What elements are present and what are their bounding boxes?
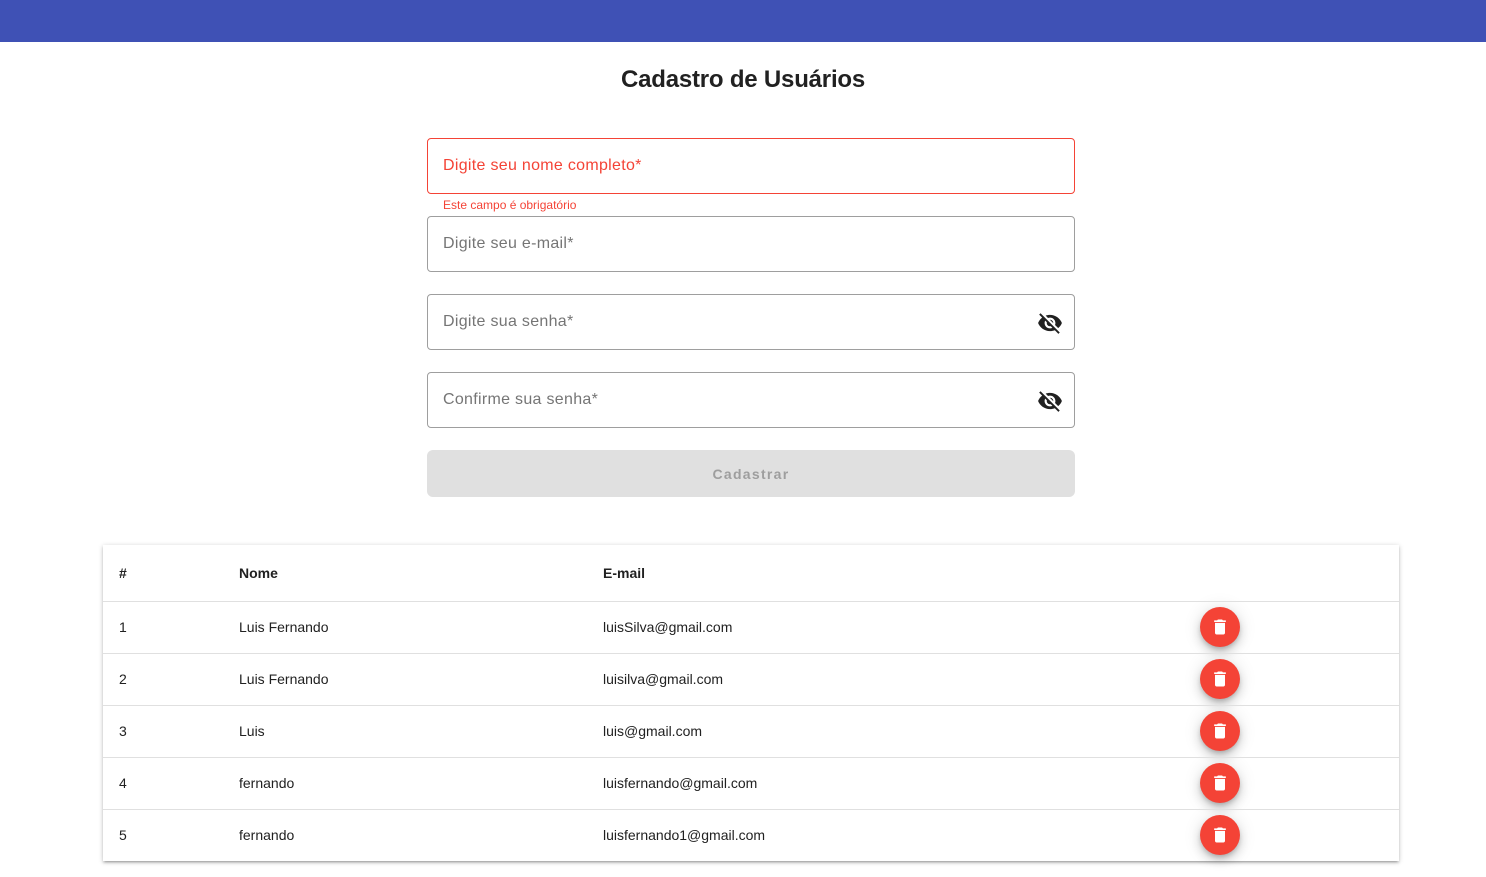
name-error-message: Este campo é obrigatório <box>443 198 577 212</box>
users-table: # Nome E-mail 1 Luis Fernando luisSilva@… <box>103 545 1399 861</box>
table-header-row: # Nome E-mail <box>103 545 1399 602</box>
row-id: 5 <box>119 827 127 844</box>
password-field[interactable] <box>427 294 1075 350</box>
trash-icon <box>1214 723 1226 739</box>
confirm-password-field[interactable] <box>427 372 1075 428</box>
row-email: luisilva@gmail.com <box>603 653 1200 706</box>
email-input[interactable] <box>428 217 1074 271</box>
submit-button[interactable]: Cadastrar <box>427 450 1075 497</box>
row-id: 2 <box>103 653 239 706</box>
visibility-off-icon[interactable] <box>1037 388 1063 414</box>
row-actions <box>1200 705 1399 758</box>
row-name: fernando <box>239 757 603 810</box>
header-actions <box>1200 545 1399 602</box>
confirm-password-input[interactable] <box>428 373 1074 427</box>
row-name: Luis <box>239 705 603 758</box>
row-actions <box>1200 601 1399 654</box>
trash-icon <box>1214 619 1226 635</box>
trash-icon <box>1214 827 1226 843</box>
row-id: 3 <box>103 705 239 758</box>
trash-icon <box>1214 671 1226 687</box>
delete-user-button[interactable] <box>1200 711 1240 751</box>
row-email: luisfernando@gmail.com <box>603 757 1200 810</box>
row-email: luisfernando1@gmail.com <box>603 827 766 844</box>
visibility-off-icon[interactable] <box>1037 310 1063 336</box>
delete-user-button[interactable] <box>1200 659 1240 699</box>
delete-user-button[interactable] <box>1200 763 1240 803</box>
header-id: # <box>103 545 239 602</box>
delete-user-button[interactable] <box>1200 607 1240 647</box>
row-name: Luis Fernando <box>239 653 603 706</box>
password-input[interactable] <box>428 295 1074 349</box>
users-table-card: # Nome E-mail 1 Luis Fernando luisSilva@… <box>103 545 1399 861</box>
row-id: 4 <box>103 757 239 810</box>
header-name: Nome <box>239 545 603 602</box>
delete-user-button[interactable] <box>1200 815 1240 856</box>
table-row: 4 fernando luisfernando@gmail.com <box>103 757 1399 810</box>
email-field[interactable] <box>427 216 1075 272</box>
row-name: Luis Fernando <box>239 601 603 654</box>
row-actions <box>1200 809 1399 861</box>
row-id: 1 <box>103 601 239 654</box>
row-email: luis@gmail.com <box>603 705 1200 758</box>
row-email: luisSilva@gmail.com <box>603 601 1200 654</box>
name-field[interactable] <box>427 138 1075 194</box>
table-row: 5 fernando luisfernando1@gmail.com <box>103 809 1399 861</box>
table-row: 1 Luis Fernando luisSilva@gmail.com <box>103 601 1399 654</box>
page-title: Cadastro de Usuários <box>620 66 866 93</box>
table-row: 2 Luis Fernando luisilva@gmail.com <box>103 653 1399 706</box>
row-actions <box>1200 653 1399 706</box>
row-actions <box>1200 757 1399 810</box>
table-row: 3 Luis luis@gmail.com <box>103 705 1399 758</box>
header-email: E-mail <box>603 545 1200 602</box>
top-toolbar <box>0 0 1486 42</box>
trash-icon <box>1214 775 1226 791</box>
row-name: fernando <box>239 827 295 844</box>
name-input[interactable] <box>428 139 1074 193</box>
